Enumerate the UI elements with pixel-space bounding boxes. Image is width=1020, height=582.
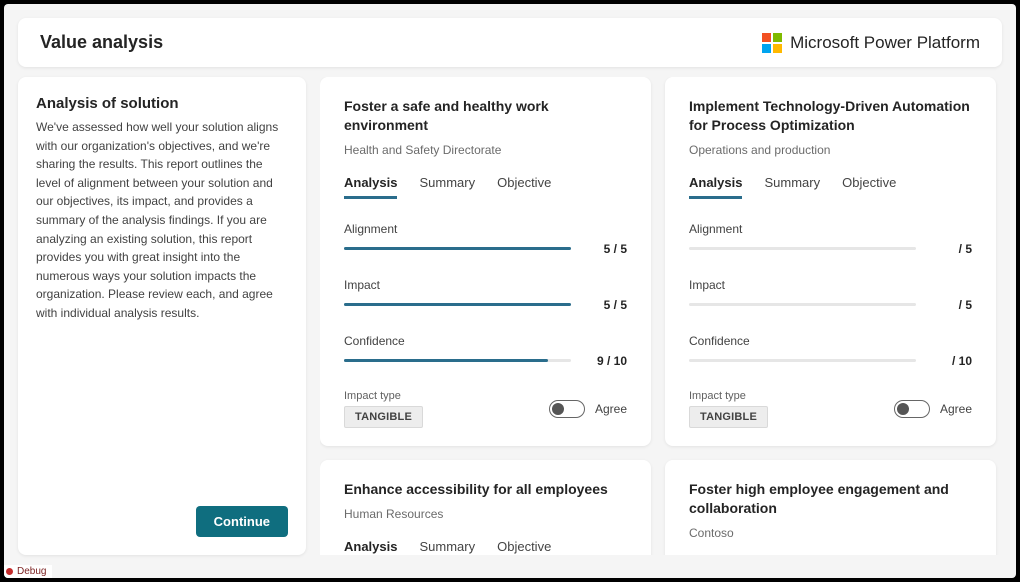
- impact-score: 5 / 5: [585, 298, 627, 312]
- metric-label-confidence: Confidence: [344, 334, 627, 348]
- confidence-bar: [689, 359, 916, 362]
- metric-confidence: Confidence / 10: [689, 334, 972, 368]
- microsoft-logo-icon: [762, 33, 782, 53]
- agree-label: Agree: [940, 402, 972, 416]
- tab-analysis[interactable]: Analysis: [344, 539, 397, 555]
- header-bar: Value analysis Microsoft Power Platform: [18, 18, 1002, 67]
- debug-dot-icon: [6, 568, 13, 575]
- objective-card: Foster a safe and healthy work environme…: [320, 77, 651, 446]
- impact-type-label: Impact type: [344, 390, 423, 402]
- objective-card: Foster high employee engagement and coll…: [665, 460, 996, 555]
- confidence-score: 9 / 10: [585, 354, 627, 368]
- card-tabs: Analysis Summary Objective: [689, 175, 972, 200]
- metric-label-impact: Impact: [689, 278, 972, 292]
- continue-button[interactable]: Continue: [196, 506, 288, 537]
- metric-alignment: Alignment 5 / 5: [344, 222, 627, 256]
- alignment-bar: [689, 247, 916, 250]
- tab-objective[interactable]: Objective: [497, 539, 551, 555]
- alignment-score: 5 / 5: [585, 242, 627, 256]
- impact-type-badge: TANGIBLE: [344, 406, 423, 428]
- sidebar-description: We've assessed how well your solution al…: [36, 118, 288, 323]
- debug-label: Debug: [17, 566, 46, 577]
- brand: Microsoft Power Platform: [762, 33, 980, 53]
- objective-card: Enhance accessibility for all employees …: [320, 460, 651, 555]
- card-tabs: Analysis Summary Objective: [344, 175, 627, 200]
- tab-analysis[interactable]: Analysis: [689, 175, 742, 199]
- objective-card: Implement Technology-Driven Automation f…: [665, 77, 996, 446]
- metric-confidence: Confidence 9 / 10: [344, 334, 627, 368]
- tab-objective[interactable]: Objective: [842, 175, 896, 199]
- metric-alignment: Alignment / 5: [689, 222, 972, 256]
- confidence-score: / 10: [930, 354, 972, 368]
- alignment-bar: [344, 247, 571, 250]
- objective-title: Enhance accessibility for all employees: [344, 480, 627, 499]
- metric-label-alignment: Alignment: [689, 222, 972, 236]
- agree-toggle[interactable]: [894, 400, 930, 418]
- impact-type-badge: TANGIBLE: [689, 406, 768, 428]
- agree-label: Agree: [595, 402, 627, 416]
- tab-summary[interactable]: Summary: [419, 539, 475, 555]
- metric-label-impact: Impact: [344, 278, 627, 292]
- brand-text: Microsoft Power Platform: [790, 33, 980, 53]
- objective-title: Foster a safe and healthy work environme…: [344, 97, 627, 135]
- cards-scroll-area[interactable]: Foster a safe and healthy work environme…: [320, 77, 1002, 555]
- objective-subtitle: Health and Safety Directorate: [344, 143, 627, 157]
- objective-subtitle: Operations and production: [689, 143, 972, 157]
- tab-summary[interactable]: Summary: [419, 175, 475, 199]
- impact-bar: [689, 303, 916, 306]
- tab-analysis[interactable]: Analysis: [344, 175, 397, 199]
- agree-toggle[interactable]: [549, 400, 585, 418]
- impact-bar: [344, 303, 571, 306]
- objective-subtitle: Contoso: [689, 526, 972, 540]
- alignment-score: / 5: [930, 242, 972, 256]
- sidebar-title: Analysis of solution: [36, 95, 288, 112]
- impact-type-label: Impact type: [689, 390, 768, 402]
- analysis-sidebar: Analysis of solution We've assessed how …: [18, 77, 306, 555]
- metric-impact: Impact / 5: [689, 278, 972, 312]
- metric-impact: Impact 5 / 5: [344, 278, 627, 312]
- metric-label-confidence: Confidence: [689, 334, 972, 348]
- objective-subtitle: Human Resources: [344, 507, 627, 521]
- objective-title: Implement Technology-Driven Automation f…: [689, 97, 972, 135]
- impact-score: / 5: [930, 298, 972, 312]
- tab-objective[interactable]: Objective: [497, 175, 551, 199]
- confidence-bar: [344, 359, 571, 362]
- metric-label-alignment: Alignment: [344, 222, 627, 236]
- tab-summary[interactable]: Summary: [764, 175, 820, 199]
- page-title: Value analysis: [40, 32, 163, 53]
- card-tabs: Analysis Summary Objective: [344, 539, 627, 555]
- debug-indicator: Debug: [4, 565, 52, 578]
- objective-title: Foster high employee engagement and coll…: [689, 480, 972, 518]
